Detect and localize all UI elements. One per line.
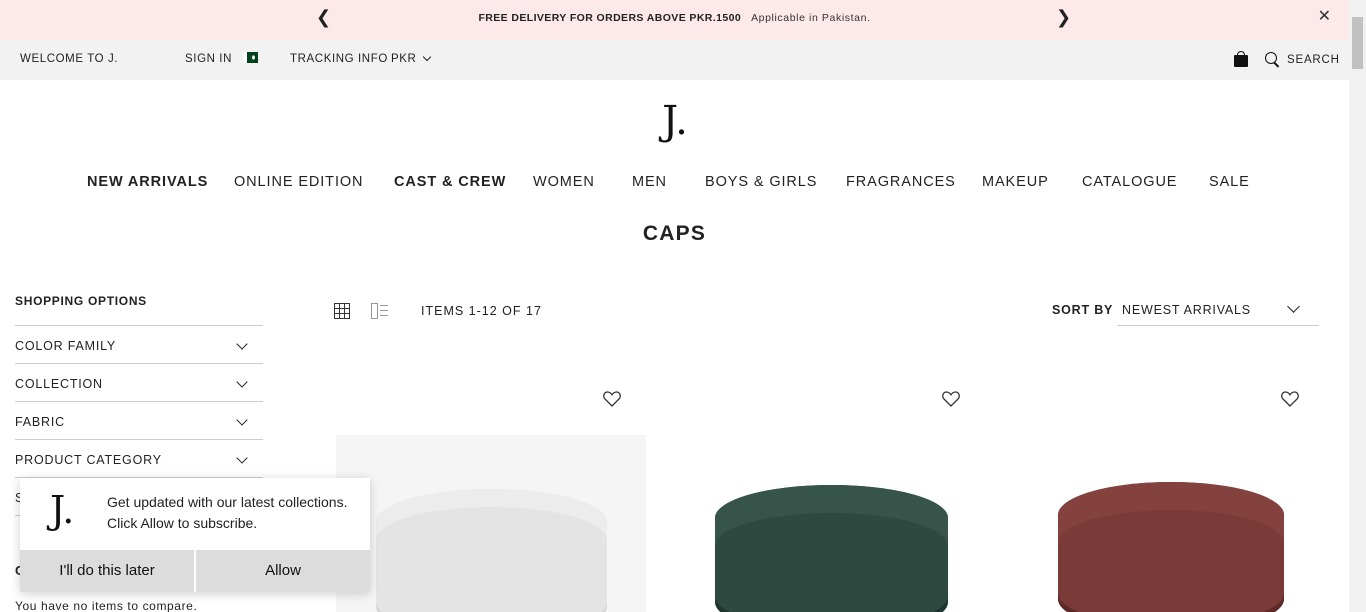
product-card[interactable] xyxy=(336,435,646,612)
shopping-options-heading: SHOPPING OPTIONS xyxy=(15,293,263,326)
filter-label: FABRIC xyxy=(15,415,65,429)
chevron-right-icon[interactable]: ❯ xyxy=(1056,8,1071,26)
wishlist-heart-icon[interactable] xyxy=(603,391,621,407)
filter-label: PRODUCT CATEGORY xyxy=(15,453,162,467)
promo-message-sub: Applicable in Pakistan. xyxy=(751,12,871,24)
pakistan-flag-icon[interactable] xyxy=(243,52,258,63)
nav-new-arrivals[interactable]: NEW ARRIVALS xyxy=(87,174,208,190)
wishlist-heart-icon[interactable] xyxy=(942,391,960,407)
search-icon xyxy=(1265,52,1280,67)
nav-sale[interactable]: SALE xyxy=(1209,174,1250,190)
welcome-text: WELCOME TO J. xyxy=(20,53,119,65)
nav-men[interactable]: MEN xyxy=(632,174,667,190)
utility-bar: WELCOME TO J. SIGN IN TRACKING INFO PKR … xyxy=(0,40,1349,80)
sort-select[interactable]: NEWEST ARRIVALS xyxy=(1117,294,1319,326)
filter-label: COLLECTION xyxy=(15,377,103,391)
chevron-down-icon xyxy=(423,52,432,62)
items-count: ITEMS 1-12 OF 17 xyxy=(421,304,542,318)
currency-selector[interactable]: PKR xyxy=(391,52,432,65)
sign-in-link[interactable]: SIGN IN xyxy=(185,53,232,65)
product-card[interactable] xyxy=(1015,435,1325,612)
allow-button[interactable]: Allow xyxy=(196,550,370,592)
filter-fabric[interactable]: FABRIC xyxy=(15,402,263,440)
filter-color-family[interactable]: COLOR FAMILY xyxy=(15,326,263,364)
popup-text: Get updated with our latest collections.… xyxy=(107,494,348,531)
search-label: SEARCH xyxy=(1287,53,1340,66)
product-card[interactable] xyxy=(675,435,985,612)
filter-product-category[interactable]: PRODUCT CATEGORY xyxy=(15,440,263,478)
nav-cast-crew[interactable]: CAST & CREW xyxy=(394,174,506,190)
sort-value: NEWEST ARRIVALS xyxy=(1122,303,1251,317)
wishlist-heart-icon[interactable] xyxy=(1281,391,1299,407)
chevron-down-icon xyxy=(236,376,248,388)
search-button[interactable]: SEARCH xyxy=(1265,52,1340,67)
page: ❮ FREE DELIVERY FOR ORDERS ABOVE PKR.150… xyxy=(0,0,1366,612)
promo-message-bold: FREE DELIVERY FOR ORDERS ABOVE PKR.1500 xyxy=(478,12,742,24)
filter-label: COLOR FAMILY xyxy=(15,339,117,353)
promo-bar: ❮ FREE DELIVERY FOR ORDERS ABOVE PKR.150… xyxy=(0,0,1349,40)
popup-logo: J. xyxy=(50,488,75,532)
nav-online-edition[interactable]: ONLINE EDITION xyxy=(234,174,363,190)
nav-fragrances[interactable]: FRAGRANCES xyxy=(846,174,956,190)
currency-label: PKR xyxy=(391,53,417,65)
compare-empty-text: You have no items to compare. xyxy=(15,599,198,612)
chevron-down-icon xyxy=(236,452,248,464)
site-logo[interactable]: J. xyxy=(660,97,690,145)
close-icon[interactable]: ✕ xyxy=(1318,6,1331,26)
subscribe-popup: J. Get updated with our latest collectio… xyxy=(20,478,370,592)
main-nav: NEW ARRIVALS ONLINE EDITION CAST & CREW … xyxy=(0,174,1349,196)
nav-catalogue[interactable]: CATALOGUE xyxy=(1082,174,1177,190)
product-image[interactable] xyxy=(1015,435,1325,612)
nav-boys-girls[interactable]: BOYS & GIRLS xyxy=(705,174,817,190)
chevron-down-icon xyxy=(1287,300,1300,313)
chevron-down-icon xyxy=(236,414,248,426)
scrollbar-thumb[interactable] xyxy=(1352,17,1363,69)
product-image[interactable] xyxy=(336,435,646,612)
filter-collection[interactable]: COLLECTION xyxy=(15,364,263,402)
shopping-bag-icon[interactable] xyxy=(1234,51,1248,67)
sort-by-label: SORT BY xyxy=(1052,303,1114,317)
product-image[interactable] xyxy=(675,435,985,612)
chevron-down-icon xyxy=(236,338,248,350)
page-scrollbar[interactable] xyxy=(1349,0,1366,612)
grid-view-icon[interactable] xyxy=(334,303,350,319)
tracking-info-link[interactable]: TRACKING INFO xyxy=(290,53,388,65)
nav-makeup[interactable]: MAKEUP xyxy=(982,174,1049,190)
nav-women[interactable]: WOMEN xyxy=(533,174,595,190)
list-view-icon[interactable] xyxy=(371,303,389,319)
promo-message: FREE DELIVERY FOR ORDERS ABOVE PKR.1500 A… xyxy=(0,12,1349,24)
page-title: CAPS xyxy=(642,222,707,245)
later-button[interactable]: I'll do this later xyxy=(20,550,194,592)
